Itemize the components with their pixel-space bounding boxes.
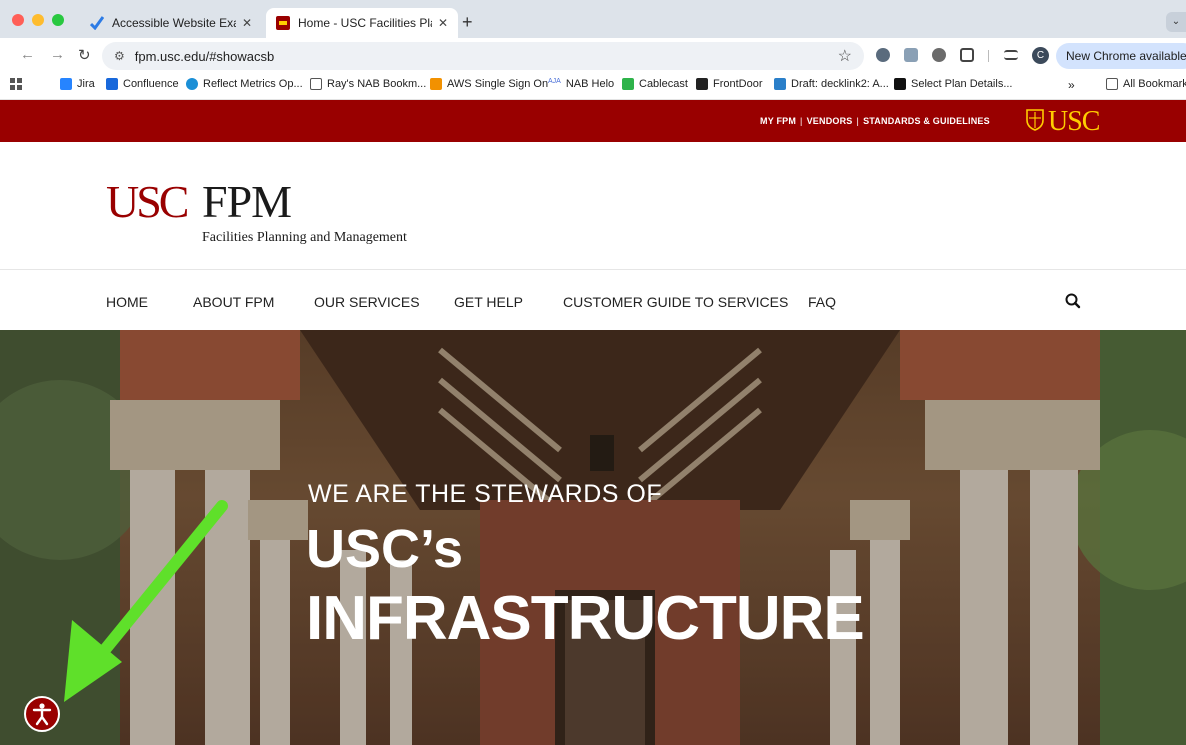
tab-search-chevron-icon[interactable]: ⌄ [1166, 12, 1186, 32]
usc-wordmark-link[interactable]: USC [1048, 106, 1100, 138]
reading-list-icon[interactable] [1004, 50, 1018, 60]
reload-icon[interactable]: ↻ [78, 46, 91, 64]
new-tab-icon[interactable]: + [462, 12, 473, 33]
minimize-window-button[interactable] [32, 14, 44, 26]
browser-tab-usc-fpm[interactable]: Home - USC Facilities Planning ✕ [266, 8, 458, 38]
toolbar-divider [988, 50, 989, 62]
extension-icon[interactable] [876, 48, 890, 62]
search-icon[interactable] [1064, 292, 1082, 310]
cablecast-icon [622, 78, 634, 90]
site-header: USC FPM Facilities Planning and Manageme… [0, 142, 1186, 270]
forward-arrow-icon[interactable]: → [50, 46, 65, 63]
bookmark-frontdoor[interactable]: FrontDoor [696, 78, 763, 90]
bookmarks-overflow-button[interactable]: » [1068, 78, 1075, 92]
nav-customer-guide[interactable]: CUSTOMER GUIDE TO SERVICES [563, 294, 788, 310]
aja-icon: AJA [548, 78, 561, 85]
usc-shield-icon [1026, 109, 1044, 131]
bookmark-star-icon[interactable]: ☆ [838, 46, 852, 66]
select-plan-icon [894, 78, 906, 90]
aws-icon [430, 78, 442, 90]
bookmark-select-plan[interactable]: Select Plan Details... [894, 78, 1013, 90]
close-tab-icon[interactable]: ✕ [438, 16, 448, 30]
extensions-puzzle-icon[interactable] [960, 48, 974, 62]
bookmark-rays-nab[interactable]: Ray's NAB Bookm... [310, 78, 426, 90]
address-bar[interactable]: ⚙ fpm.usc.edu/#showacsb ☆ [102, 42, 864, 70]
folder-icon [310, 78, 322, 90]
usc-favicon-icon [276, 16, 290, 30]
hero-colonnade-image [0, 330, 1186, 745]
logo-fpm[interactable]: FPM [202, 178, 292, 226]
hero-heading-line-1: USC’s [306, 519, 464, 579]
nav-home[interactable]: HOME [106, 294, 148, 310]
jira-icon [60, 78, 72, 90]
window-controls [12, 14, 64, 26]
utility-separator: | [856, 116, 860, 126]
hero-eyebrow: WE ARE THE STEWARDS OF [308, 480, 663, 508]
accessibility-widget-button[interactable] [24, 696, 60, 732]
apps-grid-icon[interactable] [10, 78, 22, 90]
draft-icon [774, 78, 786, 90]
confluence-icon [106, 78, 118, 90]
extension-icon[interactable] [932, 48, 946, 62]
bookmarks-bar: Jira Confluence Reflect Metrics Op... Ra… [0, 72, 1186, 100]
nav-get-help[interactable]: GET HELP [454, 294, 523, 310]
bookmark-confluence[interactable]: Confluence [106, 78, 179, 90]
nav-about-fpm[interactable]: ABOUT FPM [193, 294, 274, 310]
back-arrow-icon[interactable]: ← [20, 46, 35, 63]
browser-toolbar: ← → ↻ ⚙ fpm.usc.edu/#showacsb ☆ C New Ch… [0, 38, 1186, 72]
frontdoor-icon [696, 78, 708, 90]
reflect-icon [186, 78, 198, 90]
all-bookmarks-button[interactable]: All Bookmarks [1106, 78, 1186, 90]
main-navigation: HOME ABOUT FPM OUR SERVICES GET HELP CUS… [0, 270, 1186, 330]
logo-usc[interactable]: USC [106, 178, 190, 226]
url-text: fpm.usc.edu/#showacsb [134, 48, 275, 64]
checkmark-favicon-icon [90, 16, 104, 30]
nav-faq[interactable]: FAQ [808, 294, 836, 310]
profile-avatar[interactable]: C [1032, 47, 1049, 64]
link-standards-guidelines[interactable]: STANDARDS & GUIDELINES [863, 116, 990, 126]
nav-our-services[interactable]: OUR SERVICES [314, 294, 420, 310]
site-utility-bar: MY FPM | VENDORS | STANDARDS & GUIDELINES US… [0, 100, 1186, 142]
utility-separator: | [800, 116, 803, 126]
bookmark-reflect-metrics[interactable]: Reflect Metrics Op... [186, 78, 303, 90]
logo-subtitle: Facilities Planning and Management [202, 230, 407, 245]
bookmark-aws-sso[interactable]: AWS Single Sign On [430, 78, 548, 90]
extension-icon[interactable] [904, 48, 918, 62]
link-vendors[interactable]: VENDORS [807, 116, 853, 126]
link-my-fpm[interactable]: MY FPM [760, 116, 796, 126]
folder-icon [1106, 78, 1118, 90]
bookmark-cablecast[interactable]: Cablecast [622, 78, 688, 90]
site-settings-icon[interactable]: ⚙ [114, 49, 125, 63]
close-tab-icon[interactable]: ✕ [242, 16, 252, 30]
close-window-button[interactable] [12, 14, 24, 26]
accessibility-person-icon [32, 703, 52, 726]
new-chrome-available-button[interactable]: New Chrome available [1056, 43, 1186, 69]
zoom-window-button[interactable] [52, 14, 64, 26]
bookmark-nab-helo[interactable]: AJA NAB Helo [548, 78, 614, 90]
browser-tab-strip: Accessible Website Examples ✕ Home - USC… [0, 0, 1186, 38]
tab-title: Accessible Website Examples [112, 16, 236, 30]
bookmark-jira[interactable]: Jira [60, 78, 95, 90]
tab-title: Home - USC Facilities Planning [298, 16, 432, 30]
browser-tab-accessible-examples[interactable]: Accessible Website Examples ✕ [80, 8, 262, 38]
bookmark-draft-decklink[interactable]: Draft: decklink2: A... [774, 78, 889, 90]
utility-links: MY FPM | VENDORS | STANDARDS & GUIDELINES [760, 116, 990, 126]
hero-banner: WE ARE THE STEWARDS OF USC’s INFRASTRUCT… [0, 330, 1186, 745]
hero-heading-line-2: INFRASTRUCTURE [306, 584, 865, 653]
